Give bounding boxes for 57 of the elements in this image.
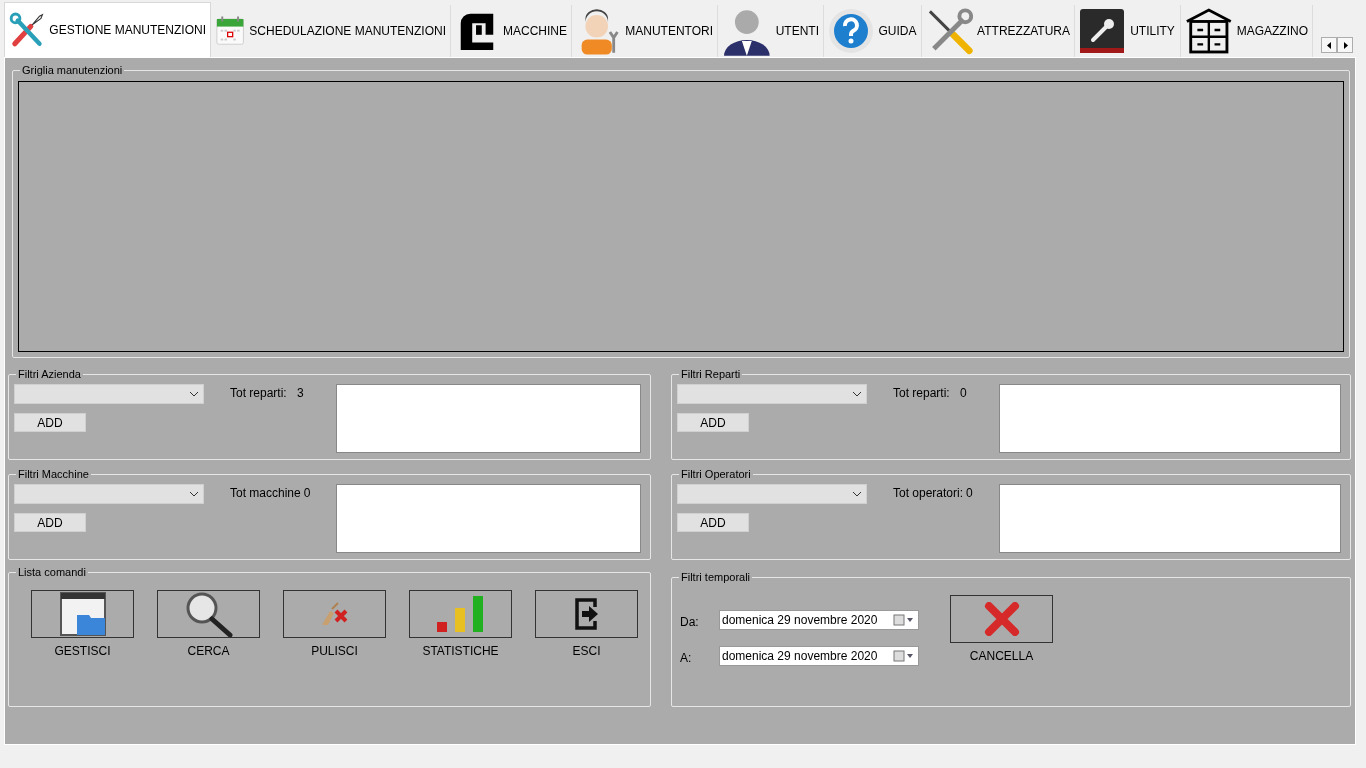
cancel-label: CANCELLA [969, 647, 1034, 665]
chevron-down-icon [852, 390, 862, 397]
date-picker[interactable]: domenica 29 novembre 2020 [719, 645, 919, 666]
chevron-down-icon [189, 490, 199, 497]
command-button[interactable] [283, 589, 386, 638]
group-title: Filtri Azienda [17, 367, 82, 382]
group-title: Filtri Reparti [680, 367, 742, 382]
group-title: Griglia manutenzioni [21, 63, 124, 78]
add-button[interactable]: ADD [14, 412, 86, 432]
total-value: 3 [297, 384, 304, 402]
total-label: Tot macchine [230, 484, 301, 502]
group-title: Filtri temporali [680, 570, 752, 585]
help-icon [828, 8, 874, 54]
total-value: 0 [960, 384, 967, 402]
group-title: Lista comandi [17, 565, 87, 580]
group-title: Filtri Operatori [680, 467, 752, 482]
cross-icon [983, 601, 1020, 636]
total-value: 0 [303, 484, 311, 502]
total-label: Tot reparti: [230, 384, 288, 402]
calendar-dropdown-icon [893, 649, 915, 662]
command-button[interactable] [535, 589, 638, 638]
list-box[interactable] [336, 383, 641, 453]
warehouse-icon [1185, 7, 1233, 55]
date-label: A: [680, 649, 693, 667]
command-button[interactable] [157, 589, 260, 638]
window-folder-icon [58, 590, 107, 637]
tab[interactable]: GESTIONE MANUTENZIONI [4, 2, 211, 57]
scroll-left-button[interactable] [1321, 37, 1337, 53]
command-button[interactable] [31, 589, 134, 638]
list-box[interactable] [999, 383, 1341, 453]
total-label: Tot operatori: [893, 484, 964, 502]
total-value: 0 [966, 484, 973, 502]
left-arrow-icon [1326, 41, 1332, 49]
chevron-down-icon [189, 390, 199, 397]
add-button[interactable]: ADD [14, 512, 86, 532]
calendar-dropdown-icon [893, 613, 915, 626]
scroll-right-button[interactable] [1337, 37, 1353, 53]
total-label: Tot reparti: [893, 384, 951, 402]
list-box[interactable] [336, 483, 641, 553]
list-box[interactable] [999, 483, 1341, 553]
add-button[interactable]: ADD [677, 512, 749, 532]
chevron-down-icon [852, 490, 862, 497]
command-button[interactable] [409, 589, 512, 638]
wrench-icon [1079, 8, 1125, 54]
command-label: GESTISCI [54, 642, 111, 660]
add-button[interactable]: ADD [677, 412, 749, 432]
command-label: STATISTICHE [422, 642, 499, 660]
tools-icon [926, 7, 974, 55]
broom-cross-icon [319, 600, 350, 627]
command-label: ESCI [572, 642, 601, 660]
date-picker[interactable]: domenica 29 novembre 2020 [719, 609, 919, 630]
command-label: CERCA [187, 642, 230, 660]
command-label: PULISCI [311, 642, 358, 660]
right-arrow-icon [1342, 41, 1348, 49]
group-title: Filtri Macchine [17, 467, 90, 482]
date-label: Da: [680, 613, 700, 631]
cancel-button[interactable] [950, 594, 1053, 643]
